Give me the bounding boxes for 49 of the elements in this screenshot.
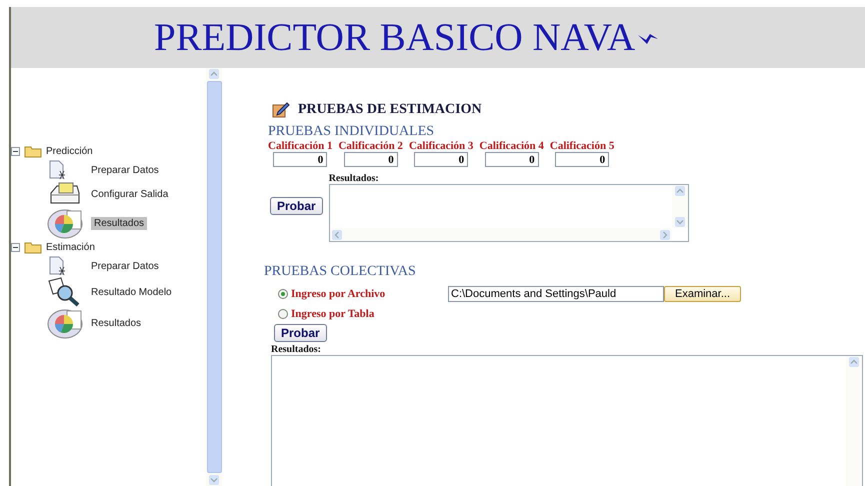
scroll-up-icon[interactable] <box>209 69 219 79</box>
field-label: Calificación 5 <box>550 140 614 152</box>
input-field[interactable]: 0 <box>344 152 398 167</box>
tree-item[interactable]: Preparar Datos <box>91 164 159 176</box>
tree-item[interactable]: Resultado Modelo <box>91 286 172 298</box>
test-button[interactable]: Probar <box>270 197 323 215</box>
scroll-right-icon[interactable] <box>660 230 670 240</box>
section-heading: PRUEBAS COLECTIVAS <box>264 264 417 280</box>
tree-item[interactable]: Predicción <box>11 143 206 159</box>
document-icon <box>47 160 67 180</box>
tree-item[interactable]: Preparar Datos <box>91 260 159 272</box>
collapse-toggle-icon[interactable] <box>11 146 20 156</box>
section-title: PRUEBAS DE ESTIMACION <box>298 102 482 118</box>
tree-item[interactable]: Resultados <box>91 318 142 328</box>
radio-label: Ingreso por Tabla <box>291 308 374 320</box>
results-field[interactable] <box>271 355 863 486</box>
results-field[interactable] <box>328 184 689 242</box>
results-label: Resultados: <box>328 173 380 184</box>
field-label: Calificación 3 <box>408 140 474 152</box>
edit-icon <box>272 102 290 118</box>
scroll-down-icon[interactable] <box>674 217 685 227</box>
field-label: Calificación 4 <box>479 140 544 152</box>
results-label: Resultados: <box>271 344 322 355</box>
browse-button[interactable]: Examinar... <box>664 286 742 302</box>
input-field[interactable]: 0 <box>484 152 539 167</box>
tree-item[interactable]: Resultados <box>91 216 148 230</box>
app-title: PREDICTOR BASICO NAVA <box>154 15 636 60</box>
folder-icon <box>24 240 42 254</box>
radio-button[interactable] <box>278 309 288 319</box>
radio-button[interactable] <box>278 289 288 299</box>
field-label: Calificación 2 <box>338 140 403 152</box>
tree-item[interactable]: Configurar Salida <box>91 188 168 200</box>
document-icon <box>47 256 67 276</box>
test-button[interactable]: Probar <box>274 324 327 342</box>
tree-item[interactable]: Estimación <box>11 239 206 255</box>
section-heading: PRUEBAS INDIVIDUALES <box>268 124 436 140</box>
file-path-field[interactable]: C:\Documents and Settings\Pauld <box>448 286 664 302</box>
input-field[interactable]: 0 <box>414 152 468 167</box>
radio-label: Ingreso por Archivo <box>291 288 386 300</box>
magnifier-icon <box>47 277 81 307</box>
scroll-down-icon[interactable] <box>209 475 219 485</box>
scroll-up-icon[interactable] <box>849 357 859 367</box>
field-label: Calificación 1 <box>268 140 332 152</box>
folder-icon <box>24 144 42 158</box>
input-field[interactable]: 0 <box>555 152 610 167</box>
collapse-toggle-icon[interactable] <box>11 242 20 252</box>
input-field[interactable]: 0 <box>273 152 328 167</box>
scroll-left-icon[interactable] <box>332 230 342 240</box>
scroll-up-icon[interactable] <box>674 186 685 196</box>
